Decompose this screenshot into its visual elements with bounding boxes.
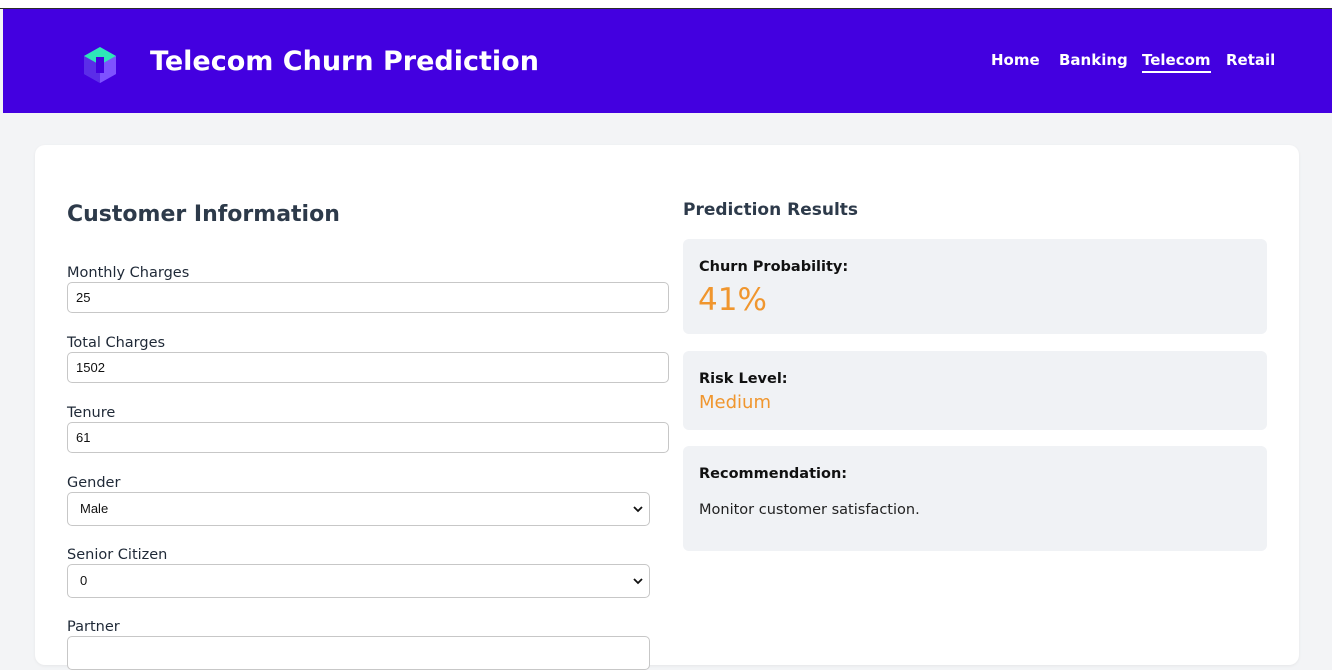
- senior-citizen-selected-value: 0: [80, 573, 88, 588]
- nav-telecom-link[interactable]: Telecom: [1142, 51, 1211, 73]
- tenure-label: Tenure: [67, 405, 116, 421]
- monthly-charges-label: Monthly Charges: [67, 265, 190, 281]
- churn-probability-value: 41%: [698, 282, 767, 318]
- gender-select[interactable]: Male: [67, 492, 650, 526]
- churn-probability-label: Churn Probability:: [699, 259, 849, 275]
- chevron-down-icon: [633, 506, 643, 513]
- risk-level-value: Medium: [699, 392, 771, 413]
- senior-citizen-label: Senior Citizen: [67, 547, 168, 563]
- senior-citizen-select[interactable]: 0: [67, 564, 650, 598]
- monthly-charges-input[interactable]: 25: [67, 282, 669, 313]
- total-charges-label: Total Charges: [67, 335, 166, 351]
- recommendation-box: Recommendation: Monitor customer satisfa…: [683, 446, 1267, 551]
- customer-info-title: Customer Information: [67, 202, 340, 227]
- nav-retail-link[interactable]: Retail: [1226, 51, 1275, 69]
- nav-home-link[interactable]: Home: [991, 51, 1040, 69]
- total-charges-input[interactable]: 1502: [67, 352, 669, 383]
- risk-level-box: Risk Level: Medium: [683, 351, 1267, 430]
- risk-level-label: Risk Level:: [699, 371, 788, 387]
- partner-select[interactable]: [67, 636, 650, 670]
- recommendation-label: Recommendation:: [699, 466, 848, 482]
- partner-label: Partner: [67, 619, 120, 635]
- tenure-input[interactable]: 61: [67, 422, 669, 453]
- chevron-down-icon: [633, 578, 643, 585]
- nav-banking-link[interactable]: Banking: [1059, 51, 1128, 69]
- gender-label: Gender: [67, 475, 121, 491]
- gender-selected-value: Male: [80, 501, 109, 516]
- churn-probability-box: Churn Probability: 41%: [683, 239, 1267, 334]
- prediction-results-title: Prediction Results: [683, 200, 859, 220]
- recommendation-text: Monitor customer satisfaction.: [699, 502, 920, 518]
- top-nav: Home Banking Telecom Retail: [0, 51, 1332, 75]
